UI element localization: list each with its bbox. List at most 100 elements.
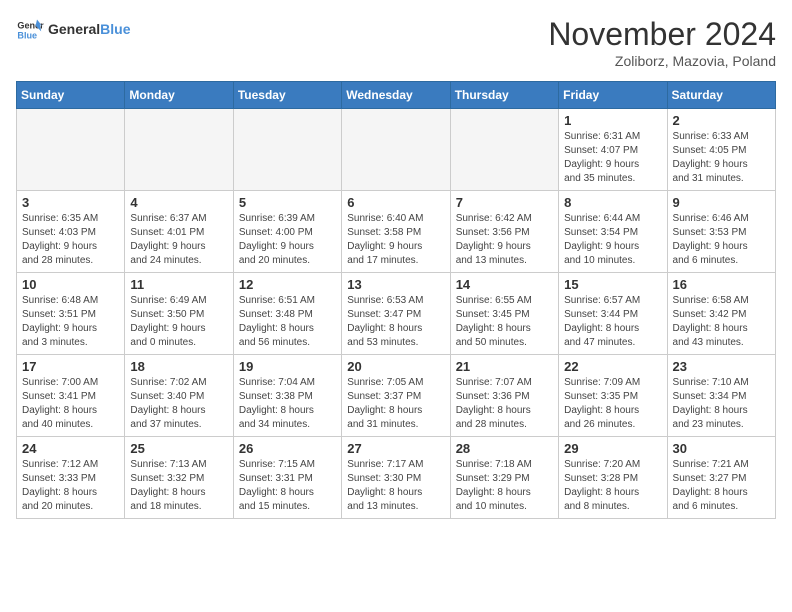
day-number: 9 [673,195,770,210]
day-info: Sunrise: 7:13 AM Sunset: 3:32 PM Dayligh… [130,458,227,514]
day-info: Sunrise: 6:58 AM Sunset: 3:42 PM Dayligh… [673,294,770,350]
day-number: 21 [456,359,553,374]
day-number: 29 [564,441,661,456]
day-info: Sunrise: 7:00 AM Sunset: 3:41 PM Dayligh… [22,376,119,432]
day-number: 2 [673,113,770,128]
weekday-header-saturday: Saturday [667,82,775,109]
calendar-cell: 1 Sunrise: 6:31 AM Sunset: 4:07 PM Daylig… [559,109,667,191]
week-row-3: 10 Sunrise: 6:48 AM Sunset: 3:51 PM Dayli… [17,273,776,355]
svg-text:Blue: Blue [17,30,37,40]
calendar-cell: 2 Sunrise: 6:33 AM Sunset: 4:05 PM Daylig… [667,109,775,191]
day-number: 11 [130,277,227,292]
day-number: 7 [456,195,553,210]
logo-text: GeneralBlue [48,22,130,37]
calendar-cell: 22 Sunrise: 7:09 AM Sunset: 3:35 PM Dayli… [559,355,667,437]
day-info: Sunrise: 6:55 AM Sunset: 3:45 PM Dayligh… [456,294,553,350]
day-info: Sunrise: 6:44 AM Sunset: 3:54 PM Dayligh… [564,212,661,268]
day-number: 28 [456,441,553,456]
logo-icon: General Blue [16,16,44,44]
day-number: 4 [130,195,227,210]
day-info: Sunrise: 6:57 AM Sunset: 3:44 PM Dayligh… [564,294,661,350]
day-number: 19 [239,359,336,374]
day-info: Sunrise: 7:02 AM Sunset: 3:40 PM Dayligh… [130,376,227,432]
day-info: Sunrise: 7:12 AM Sunset: 3:33 PM Dayligh… [22,458,119,514]
day-info: Sunrise: 7:21 AM Sunset: 3:27 PM Dayligh… [673,458,770,514]
day-number: 1 [564,113,661,128]
day-number: 3 [22,195,119,210]
weekday-header-wednesday: Wednesday [342,82,450,109]
day-info: Sunrise: 6:39 AM Sunset: 4:00 PM Dayligh… [239,212,336,268]
day-number: 23 [673,359,770,374]
calendar-cell: 5 Sunrise: 6:39 AM Sunset: 4:00 PM Daylig… [233,191,341,273]
day-info: Sunrise: 7:04 AM Sunset: 3:38 PM Dayligh… [239,376,336,432]
weekday-header-monday: Monday [125,82,233,109]
day-number: 20 [347,359,444,374]
weekday-header-thursday: Thursday [450,82,558,109]
calendar-cell: 26 Sunrise: 7:15 AM Sunset: 3:31 PM Dayli… [233,437,341,519]
week-row-1: 1 Sunrise: 6:31 AM Sunset: 4:07 PM Daylig… [17,109,776,191]
day-number: 5 [239,195,336,210]
calendar-cell: 16 Sunrise: 6:58 AM Sunset: 3:42 PM Dayli… [667,273,775,355]
calendar-cell: 15 Sunrise: 6:57 AM Sunset: 3:44 PM Dayli… [559,273,667,355]
day-info: Sunrise: 6:48 AM Sunset: 3:51 PM Dayligh… [22,294,119,350]
day-number: 27 [347,441,444,456]
calendar-cell: 3 Sunrise: 6:35 AM Sunset: 4:03 PM Daylig… [17,191,125,273]
day-info: Sunrise: 6:46 AM Sunset: 3:53 PM Dayligh… [673,212,770,268]
day-info: Sunrise: 7:07 AM Sunset: 3:36 PM Dayligh… [456,376,553,432]
day-number: 12 [239,277,336,292]
calendar-cell: 6Sunrise: 6:40 AM Sunset: 3:58 PM Daylig… [342,191,450,273]
day-number: 22 [564,359,661,374]
week-row-5: 24 Sunrise: 7:12 AM Sunset: 3:33 PM Dayli… [17,437,776,519]
day-number: 17 [22,359,119,374]
calendar-cell: 11Sunrise: 6:49 AM Sunset: 3:50 PM Dayli… [125,273,233,355]
day-info: Sunrise: 6:35 AM Sunset: 4:03 PM Dayligh… [22,212,119,268]
day-info: Sunrise: 6:51 AM Sunset: 3:48 PM Dayligh… [239,294,336,350]
calendar-title: November 2024 [548,16,776,53]
day-info: Sunrise: 7:05 AM Sunset: 3:37 PM Dayligh… [347,376,444,432]
day-info: Sunrise: 6:33 AM Sunset: 4:05 PM Dayligh… [673,130,770,186]
calendar-cell: 23 Sunrise: 7:10 AM Sunset: 3:34 PM Dayli… [667,355,775,437]
week-row-2: 3 Sunrise: 6:35 AM Sunset: 4:03 PM Daylig… [17,191,776,273]
day-info: Sunrise: 7:09 AM Sunset: 3:35 PM Dayligh… [564,376,661,432]
day-number: 15 [564,277,661,292]
calendar-cell: 8 Sunrise: 6:44 AM Sunset: 3:54 PM Daylig… [559,191,667,273]
day-info: Sunrise: 7:10 AM Sunset: 3:34 PM Dayligh… [673,376,770,432]
day-number: 26 [239,441,336,456]
day-info: Sunrise: 6:53 AM Sunset: 3:47 PM Dayligh… [347,294,444,350]
header: General Blue GeneralBlue November 2024 Z… [16,16,776,69]
calendar-cell: 4Sunrise: 6:37 AM Sunset: 4:01 PM Daylig… [125,191,233,273]
day-number: 10 [22,277,119,292]
calendar-cell: 10 Sunrise: 6:48 AM Sunset: 3:51 PM Dayli… [17,273,125,355]
day-number: 14 [456,277,553,292]
calendar-cell: 29 Sunrise: 7:20 AM Sunset: 3:28 PM Dayli… [559,437,667,519]
day-number: 25 [130,441,227,456]
calendar-cell: 20 Sunrise: 7:05 AM Sunset: 3:37 PM Dayli… [342,355,450,437]
day-number: 18 [130,359,227,374]
calendar-subtitle: Zoliborz, Mazovia, Poland [548,53,776,69]
day-number: 8 [564,195,661,210]
calendar-cell [450,109,558,191]
day-number: 13 [347,277,444,292]
calendar-cell: 24 Sunrise: 7:12 AM Sunset: 3:33 PM Dayli… [17,437,125,519]
week-row-4: 17 Sunrise: 7:00 AM Sunset: 3:41 PM Dayli… [17,355,776,437]
weekday-header-row: SundayMondayTuesdayWednesdayThursdayFrid… [17,82,776,109]
weekday-header-tuesday: Tuesday [233,82,341,109]
calendar-cell: 27Sunrise: 7:17 AM Sunset: 3:30 PM Dayli… [342,437,450,519]
calendar-cell: 25 Sunrise: 7:13 AM Sunset: 3:32 PM Dayli… [125,437,233,519]
day-info: Sunrise: 6:31 AM Sunset: 4:07 PM Dayligh… [564,130,661,186]
calendar-cell: 21 Sunrise: 7:07 AM Sunset: 3:36 PM Dayli… [450,355,558,437]
day-info: Sunrise: 7:15 AM Sunset: 3:31 PM Dayligh… [239,458,336,514]
day-number: 6 [347,195,444,210]
day-number: 24 [22,441,119,456]
day-number: 16 [673,277,770,292]
calendar-cell [125,109,233,191]
day-info: Sunrise: 7:20 AM Sunset: 3:28 PM Dayligh… [564,458,661,514]
weekday-header-sunday: Sunday [17,82,125,109]
calendar-cell: 12 Sunrise: 6:51 AM Sunset: 3:48 PM Dayli… [233,273,341,355]
calendar-cell: 13 Sunrise: 6:53 AM Sunset: 3:47 PM Dayli… [342,273,450,355]
calendar-cell: 7Sunrise: 6:42 AM Sunset: 3:56 PM Daylig… [450,191,558,273]
calendar-cell [17,109,125,191]
logo-blue: Blue [100,21,130,37]
day-info: Sunrise: 7:18 AM Sunset: 3:29 PM Dayligh… [456,458,553,514]
calendar-cell [233,109,341,191]
